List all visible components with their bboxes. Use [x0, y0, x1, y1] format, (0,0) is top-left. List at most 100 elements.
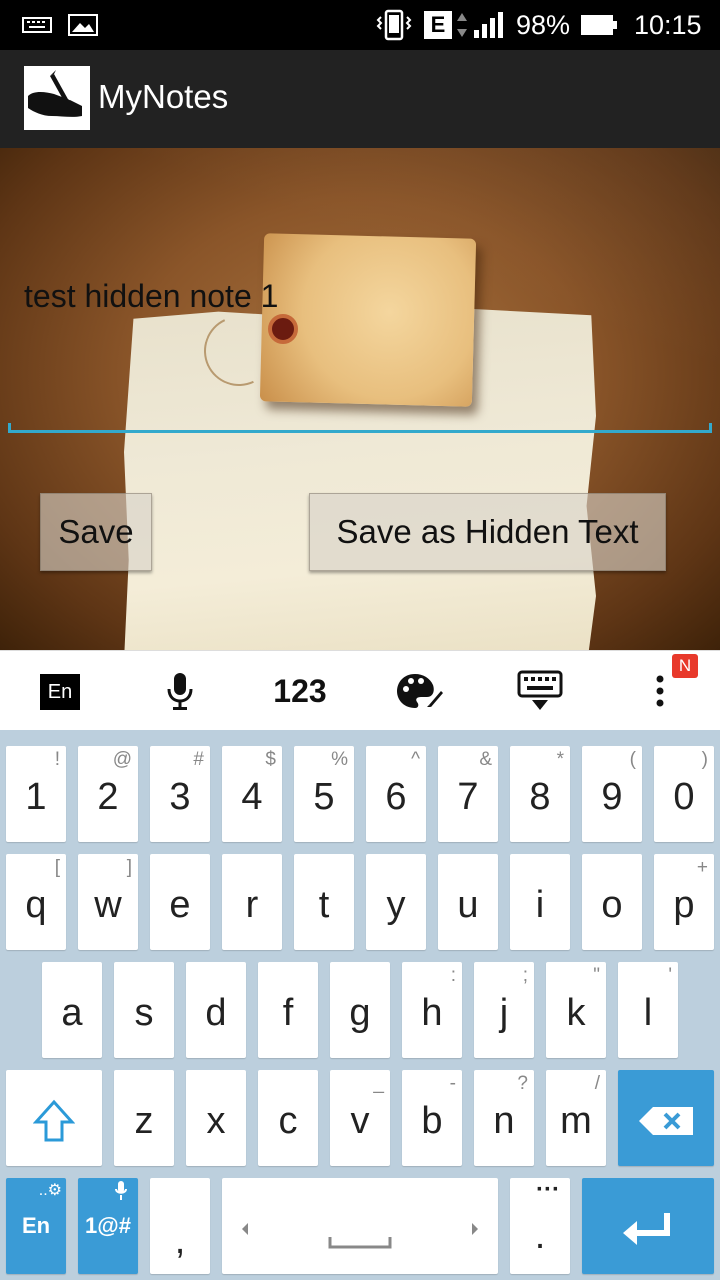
key-secondary-label: %	[331, 749, 348, 770]
key-0[interactable]: 0)	[654, 746, 714, 842]
shift-arrow-icon	[6, 1070, 102, 1166]
key-h[interactable]: h:	[402, 962, 462, 1058]
key-y[interactable]: y	[366, 854, 426, 950]
note-editor-area: test hidden note 1 Save Save as Hidden T…	[0, 148, 720, 650]
key-j[interactable]: j;	[474, 962, 534, 1058]
key-a[interactable]: a	[42, 962, 102, 1058]
language-toggle-button[interactable]: En	[40, 674, 80, 710]
key-c[interactable]: c	[258, 1070, 318, 1166]
key-label: x	[206, 1099, 226, 1142]
key-label: t	[318, 883, 330, 926]
status-bar: E 98% 10:15	[0, 0, 720, 50]
key-secondary-label: !	[54, 749, 60, 770]
backspace-key[interactable]	[618, 1070, 714, 1166]
key-secondary-label: ^	[411, 749, 420, 770]
key-p[interactable]: p +	[654, 854, 714, 950]
key-x[interactable]: x	[186, 1070, 246, 1166]
image-notification-icon	[68, 0, 98, 50]
key-6[interactable]: 6 ^	[366, 746, 426, 842]
key-label: y	[386, 883, 406, 926]
keyboard-notification-icon	[22, 0, 52, 50]
key-q[interactable]: q[	[6, 854, 66, 950]
key-z[interactable]: z	[114, 1070, 174, 1166]
key-secondary-label: (	[629, 749, 636, 770]
comma-key[interactable]: ,	[150, 1178, 210, 1274]
key-secondary-label: +	[696, 857, 708, 878]
key-label: c	[278, 1099, 298, 1142]
key-l[interactable]: l '	[618, 962, 678, 1058]
key-secondary-label: -	[449, 1073, 456, 1094]
period-key[interactable]: . ···	[510, 1176, 570, 1274]
key-secondary-label: #	[193, 749, 204, 770]
key-secondary-label: &	[479, 749, 492, 770]
key-label: f	[282, 991, 294, 1034]
microphone-icon[interactable]	[160, 651, 200, 731]
key-o[interactable]: o	[582, 854, 642, 950]
theme-palette-icon[interactable]	[394, 651, 446, 731]
key-7[interactable]: 7 &	[438, 746, 498, 842]
key-secondary-label: '	[668, 965, 672, 986]
key-4[interactable]: 4 $	[222, 746, 282, 842]
hide-keyboard-icon[interactable]	[514, 651, 566, 731]
space-key[interactable]	[222, 1178, 498, 1274]
key-d[interactable]: d	[186, 962, 246, 1058]
key-t[interactable]: t	[294, 854, 354, 950]
key-secondary-label: $	[265, 749, 276, 770]
key-f[interactable]: f	[258, 962, 318, 1058]
key-b[interactable]: b-	[402, 1070, 462, 1166]
note-text-input[interactable]: test hidden note 1	[24, 278, 278, 315]
key-label: u	[457, 883, 479, 926]
network-type-icon: E	[424, 0, 452, 50]
battery-percent: 98%	[516, 9, 571, 40]
vibrate-icon	[374, 0, 414, 50]
key-g[interactable]: g	[330, 962, 390, 1058]
key-n[interactable]: n?	[474, 1070, 534, 1166]
key-secondary-label: ]	[126, 857, 132, 878]
key-label: e	[169, 883, 191, 926]
key-s[interactable]: s	[114, 962, 174, 1058]
key-2[interactable]: 2 @	[78, 746, 138, 842]
key-1[interactable]: 1!	[6, 746, 66, 842]
ellipsis-hint: ···	[536, 1176, 560, 1203]
key-i[interactable]: i	[510, 854, 570, 950]
key-8[interactable]: 8 *	[510, 746, 570, 842]
key-k[interactable]: k "	[546, 962, 606, 1058]
app-logo-icon	[24, 66, 90, 130]
keyboard-toolbar: En 123	[0, 650, 720, 730]
language-key[interactable]: En ..⚙	[6, 1178, 66, 1274]
key-5[interactable]: 5%	[294, 746, 354, 842]
key-u[interactable]: u	[438, 854, 498, 950]
key-e[interactable]: e	[150, 854, 210, 950]
shift-key[interactable]	[6, 1070, 102, 1166]
key-label: i	[535, 883, 545, 926]
key-label: s	[134, 991, 154, 1034]
key-label: z	[134, 1099, 154, 1142]
key-v[interactable]: v _	[330, 1070, 390, 1166]
key-secondary-label: )	[701, 749, 708, 770]
key-r[interactable]: r	[222, 854, 282, 950]
key-secondary-label: /	[594, 1073, 600, 1094]
key-m[interactable]: m /	[546, 1070, 606, 1166]
key-secondary-label: ;	[522, 965, 528, 986]
key-secondary-label: [	[54, 857, 60, 878]
key-secondary-label: *	[556, 749, 564, 770]
signal-icon	[472, 0, 508, 50]
comma-key-label: ,	[174, 1219, 186, 1262]
symbols-key-label: 1@#	[85, 1213, 131, 1238]
settings-gear-icon: ..⚙	[38, 1182, 62, 1199]
save-button[interactable]: Save	[40, 493, 152, 571]
key-label: a	[61, 991, 83, 1034]
app-title: MyNotes	[98, 78, 229, 115]
backspace-icon	[618, 1070, 714, 1166]
soft-keyboard: 1! 2 @3 #4 $5% 6 ^ 7 & 8 * 9(0) q[w] e r t y u i o p + a s d f g…	[0, 730, 720, 1280]
symbols-key[interactable]: 1@#	[78, 1178, 138, 1274]
key-9[interactable]: 9(	[582, 746, 642, 842]
save-as-hidden-button[interactable]: Save as Hidden Text	[309, 493, 666, 571]
enter-key[interactable]	[582, 1178, 714, 1274]
key-3[interactable]: 3 #	[150, 746, 210, 842]
more-options-icon[interactable]	[650, 651, 670, 731]
space-bar-icon	[222, 1178, 498, 1274]
key-label: o	[601, 883, 623, 926]
key-w[interactable]: w]	[78, 854, 138, 950]
numbers-toggle-button[interactable]: 123	[260, 651, 340, 731]
